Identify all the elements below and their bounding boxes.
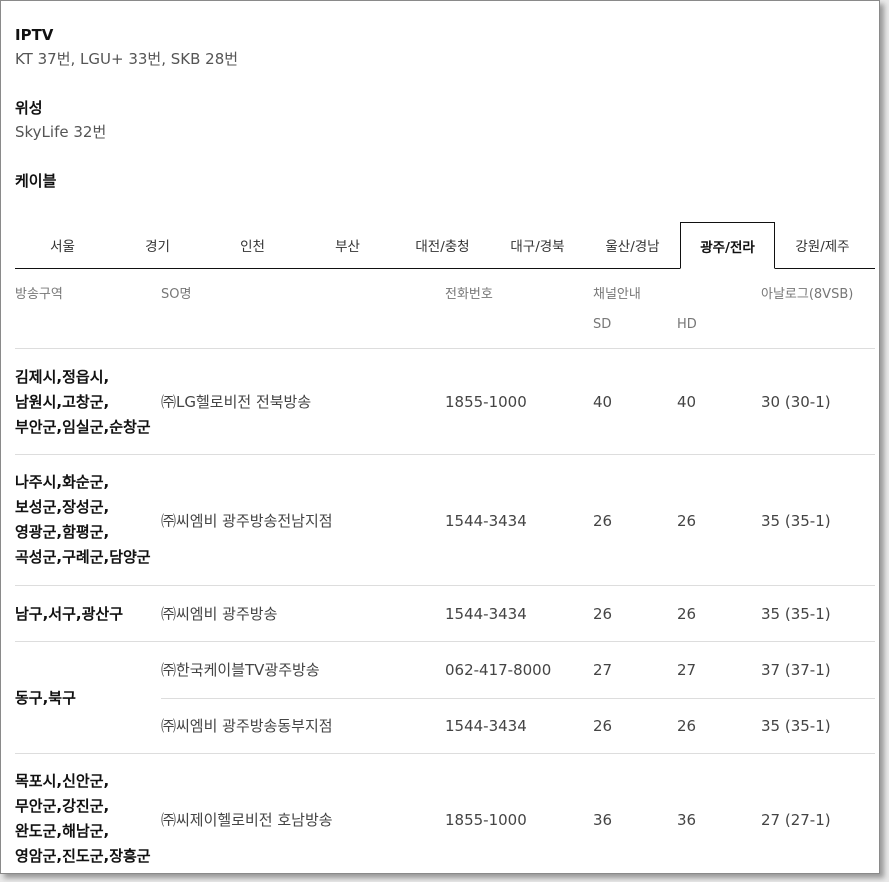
so-cell: ㈜씨엠비 광주방송동부지점 [161,717,333,735]
page-frame: IPTV KT 37번, LGU+ 33번, SKB 28번 위성 SkyLif… [0,0,880,874]
hd-cell: 36 [677,811,697,829]
hd-cell: 27 [677,661,697,679]
header-channel: 채널안내 [593,287,641,302]
phone-cell: 1855-1000 [445,811,527,829]
table-row: 목포시,신안군,무안군,강진군,완도군,해남군,영암군,진도군,장흥군 ㈜씨제이… [15,754,875,873]
table-header: 방송구역 SO명 전화번호 채널안내 SD HD 아날로그(8VSB) [15,269,875,349]
hd-cell: 40 [677,393,697,411]
iptv-title: IPTV [15,26,54,44]
region-tabs: 서울 경기 인천 부산 대전/충청 대구/경북 울산/경남 광주/전라 강원/제… [15,222,875,269]
sd-cell: 26 [593,717,613,735]
header-region: 방송구역 [15,287,63,302]
sd-cell: 40 [593,393,613,411]
subrow-divider [161,698,875,699]
phone-cell: 1855-1000 [445,393,527,411]
table-row: 김제시,정읍시,남원시,고창군,부안군,임실군,순창군 ㈜LG헬로비전 전북방송… [15,349,875,455]
header-phone: 전화번호 [445,287,493,302]
tab-ulsan-gyeongnam[interactable]: 울산/경남 [585,222,680,268]
so-cell: ㈜씨엠비 광주방송 [161,605,278,623]
table-row: 남구,서구,광산구 ㈜씨엠비 광주방송 1544-3434 26 26 35 (… [15,586,875,642]
phone-cell: 062-417-8000 [445,661,552,679]
region-cell: 나주시,화순군,보성군,장성군,영광군,함평군,곡성군,구례군,담양군 [15,473,151,566]
sd-cell: 36 [593,811,613,829]
analog-cell: 30 (30-1) [761,393,831,411]
region-cell: 동구,북구 [15,689,76,707]
tab-gwangju-jeolla[interactable]: 광주/전라 [680,222,775,269]
satellite-channels: SkyLife 32번 [15,123,107,141]
tab-incheon[interactable]: 인천 [205,222,300,268]
cable-section: 케이블 [15,171,56,191]
tab-gyeonggi[interactable]: 경기 [110,222,205,268]
so-cell: ㈜씨제이헬로비전 호남방송 [161,811,333,829]
cable-title: 케이블 [15,172,57,190]
analog-cell: 37 (37-1) [761,661,831,679]
tab-busan[interactable]: 부산 [300,222,395,268]
sd-cell: 26 [593,605,613,623]
analog-cell: 35 (35-1) [761,605,831,623]
iptv-section: IPTV KT 37번, LGU+ 33번, SKB 28번 [15,25,238,69]
phone-cell: 1544-3434 [445,717,527,735]
sd-cell: 27 [593,661,613,679]
header-so: SO명 [161,287,192,302]
sd-cell: 26 [593,512,613,530]
table-row: 동구,북구 ㈜한국케이블TV광주방송 062-417-8000 27 27 37… [15,642,875,754]
phone-cell: 1544-3434 [445,605,527,623]
table-row: 나주시,화순군,보성군,장성군,영광군,함평군,곡성군,구례군,담양군 ㈜씨엠비… [15,455,875,586]
hd-cell: 26 [677,717,697,735]
region-cell: 남구,서구,광산구 [15,605,123,623]
hd-cell: 26 [677,512,697,530]
header-hd: HD [677,317,697,332]
so-cell: ㈜씨엠비 광주방송전남지점 [161,512,333,530]
satellite-title: 위성 [15,99,43,117]
iptv-channels: KT 37번, LGU+ 33번, SKB 28번 [15,50,239,68]
tab-seoul[interactable]: 서울 [15,222,110,268]
header-sd: SD [593,317,612,332]
region-cell: 김제시,정읍시,남원시,고창군,부안군,임실군,순창군 [15,368,151,436]
so-cell: ㈜한국케이블TV광주방송 [161,661,320,679]
hd-cell: 26 [677,605,697,623]
phone-cell: 1544-3434 [445,512,527,530]
region-cell: 목포시,신안군,무안군,강진군,완도군,해남군,영암군,진도군,장흥군 [15,772,151,865]
analog-cell: 27 (27-1) [761,811,831,829]
analog-cell: 35 (35-1) [761,717,831,735]
tab-gangwon-jeju[interactable]: 강원/제주 [775,222,870,268]
header-analog: 아날로그(8VSB) [761,287,854,302]
tab-daejeon-chungcheong[interactable]: 대전/충청 [395,222,490,268]
satellite-section: 위성 SkyLife 32번 [15,98,106,142]
analog-cell: 35 (35-1) [761,512,831,530]
so-cell: ㈜LG헬로비전 전북방송 [161,393,312,411]
tab-daegu-gyeongbuk[interactable]: 대구/경북 [490,222,585,268]
